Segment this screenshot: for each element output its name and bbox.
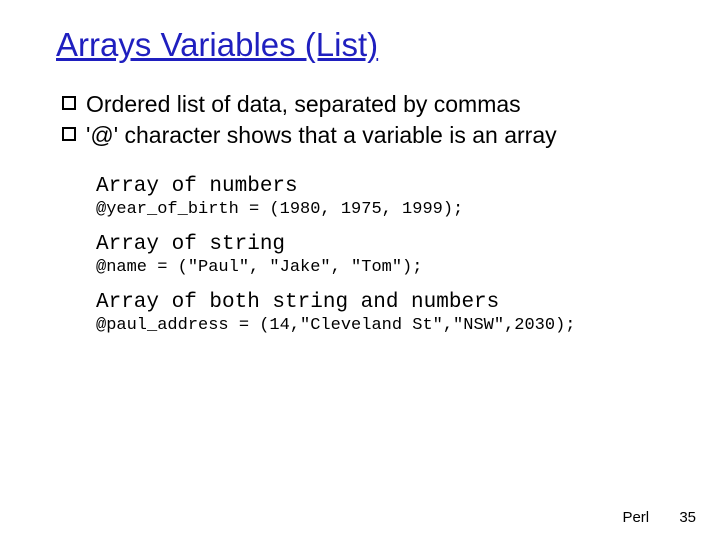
bullet-text: '@' character shows that a variable is a… (86, 121, 680, 150)
example-label: Array of numbers (96, 175, 680, 198)
slide: Arrays Variables (List) Ordered list of … (0, 0, 720, 540)
bullet-text: Ordered list of data, separated by comma… (86, 90, 680, 119)
example-code: @paul_address = (14,"Cleveland St","NSW"… (96, 316, 680, 335)
slide-footer: Perl 35 (622, 509, 696, 526)
bullet-list: Ordered list of data, separated by comma… (62, 90, 680, 151)
bullet-item: Ordered list of data, separated by comma… (62, 90, 680, 119)
page-number: 35 (679, 509, 696, 526)
example-label: Array of string (96, 233, 680, 256)
examples-block: Array of numbers @year_of_birth = (1980,… (96, 175, 680, 335)
bullet-marker-icon (62, 127, 76, 141)
bullet-marker-icon (62, 96, 76, 110)
slide-title: Arrays Variables (List) (56, 26, 680, 64)
example-label: Array of both string and numbers (96, 291, 680, 314)
footer-text: Perl (622, 509, 649, 526)
bullet-item: '@' character shows that a variable is a… (62, 121, 680, 150)
example-code: @year_of_birth = (1980, 1975, 1999); (96, 200, 680, 219)
example-code: @name = ("Paul", "Jake", "Tom"); (96, 258, 680, 277)
